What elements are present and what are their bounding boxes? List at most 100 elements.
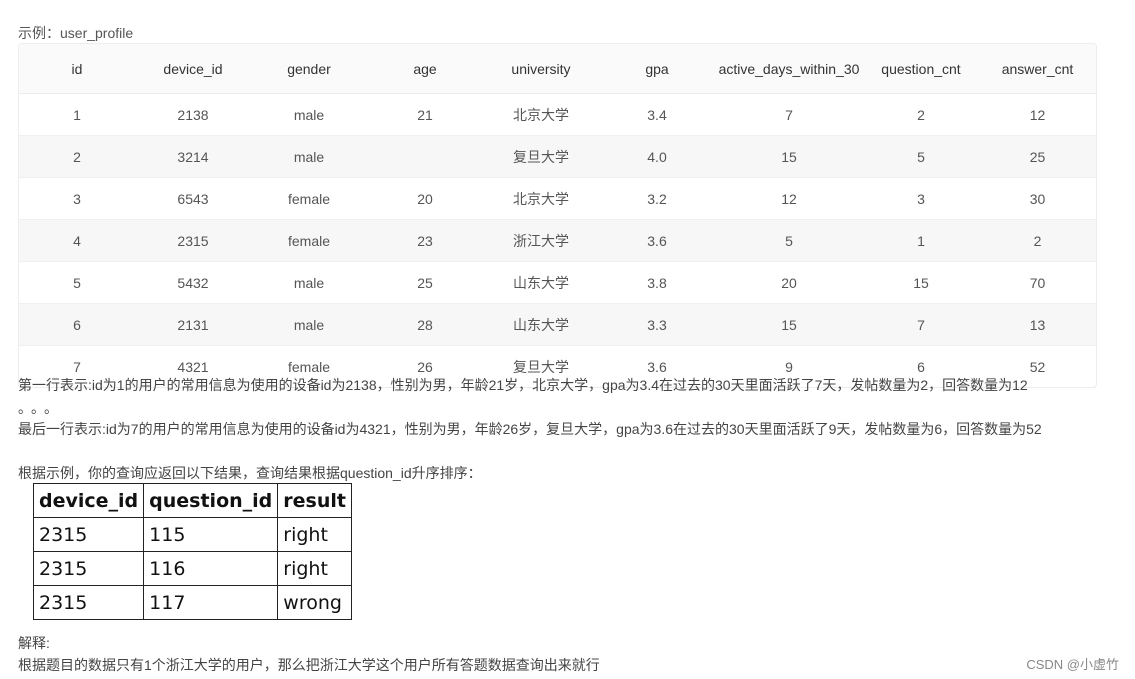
col-header-gpa: gpa xyxy=(599,44,715,94)
table-cell: 2131 xyxy=(135,303,251,346)
table-row: 1 2138 male 21 北京大学 3.4 7 2 12 xyxy=(19,94,1096,136)
table-cell: 5432 xyxy=(135,261,251,304)
table-cell: male xyxy=(251,303,367,346)
table-header-row: id device_id gender age university gpa a… xyxy=(19,44,1096,94)
result-cell: right xyxy=(277,517,352,552)
table-cell: 3 xyxy=(863,177,979,220)
table-cell: 12 xyxy=(715,177,863,220)
last-row-note: 最后一行表示:id为7的用户的常用信息为使用的设备id为4321，性别为男，年龄… xyxy=(18,421,1042,437)
table-row: 5 5432 male 25 山东大学 3.8 20 15 70 xyxy=(19,261,1096,304)
table-cell: 15 xyxy=(863,261,979,304)
explain-text: 根据题目的数据只有1个浙江大学的用户，那么把浙江大学这个用户所有答题数据查询出来… xyxy=(18,657,600,673)
table-cell: 山东大学 xyxy=(483,303,599,346)
table-cell: 1 xyxy=(73,106,81,123)
table-cell: 20 xyxy=(715,261,863,304)
table-cell: 23 xyxy=(367,219,483,262)
table-row: 2 3214 male 复旦大学 4.0 15 5 25 xyxy=(19,135,1096,178)
table-cell: 30 xyxy=(979,177,1096,220)
first-row-note: 第一行表示:id为1的用户的常用信息为使用的设备id为2138，性别为男，年龄2… xyxy=(18,377,1028,393)
table-cell xyxy=(367,135,483,178)
table-row: 3 6543 female 20 北京大学 3.2 12 3 30 xyxy=(19,177,1096,220)
result-cell: 115 xyxy=(143,517,279,552)
result-cell: 2315 xyxy=(32,551,145,586)
table-row: 4 2315 female 23 浙江大学 3.6 5 1 2 xyxy=(19,219,1096,262)
table-cell: 21 xyxy=(417,106,433,123)
result-cell: wrong xyxy=(277,585,352,620)
col-header-active-days: active_days_within_30 xyxy=(715,44,863,94)
result-intro: 根据示例，你的查询应返回以下结果，查询结果根据question_id升序排序： xyxy=(18,465,482,481)
table-cell: male xyxy=(251,135,367,178)
result-body: 2315 115 right 2315 116 right 2315 117 wrong xyxy=(32,517,352,620)
table-cell: 25 xyxy=(979,135,1096,178)
table-cell: 28 xyxy=(367,303,483,346)
col-header-answer-cnt: answer_cnt xyxy=(979,44,1096,94)
table-cell: male xyxy=(251,261,367,304)
table-cell: 25 xyxy=(367,261,483,304)
table-cell: 2 xyxy=(19,135,135,178)
table-cell: 浙江大学 xyxy=(483,219,599,262)
col-header-university: university xyxy=(483,44,599,94)
table-cell: 3 xyxy=(19,177,135,220)
table-cell: 5 xyxy=(863,135,979,178)
table-cell: 6 xyxy=(19,303,135,346)
table-cell: male xyxy=(293,106,325,123)
col-header-age: age xyxy=(367,44,483,94)
result-col-question-id: question_id xyxy=(143,483,279,518)
result-table-container: device_id question_id result 2315 115 righ… xyxy=(32,483,352,620)
table-cell: female xyxy=(251,177,367,220)
result-cell: 2315 xyxy=(32,585,145,620)
table-cell: 2138 xyxy=(177,106,209,123)
user-profile-table-container: id device_id gender age university gpa a… xyxy=(18,43,1097,388)
table-cell: 3.6 xyxy=(599,219,715,262)
table-body: 1 2138 male 21 北京大学 3.4 7 2 12 2 3214 male 复旦大学 4.0 15… xyxy=(19,94,1096,387)
table-cell: 4.0 xyxy=(599,135,715,178)
table-cell: 3.3 xyxy=(599,303,715,346)
result-header-row: device_id question_id result xyxy=(32,483,352,518)
table-cell: 7 xyxy=(785,106,793,123)
table-cell: 复旦大学 xyxy=(483,135,599,178)
table-cell: 2 xyxy=(917,106,925,123)
result-cell: 2315 xyxy=(32,517,145,552)
table-cell: 15 xyxy=(715,303,863,346)
col-header-id: id xyxy=(19,44,135,94)
watermark: CSDN @小虚竹 xyxy=(1026,657,1119,672)
table-cell: 13 xyxy=(979,303,1096,346)
table-cell: 15 xyxy=(715,135,863,178)
table-cell: 70 xyxy=(979,261,1096,304)
table-cell: 3214 xyxy=(135,135,251,178)
col-header-gender: gender xyxy=(251,44,367,94)
result-row: 2315 117 wrong xyxy=(32,585,352,620)
result-cell: 117 xyxy=(143,585,279,620)
table-cell: 20 xyxy=(367,177,483,220)
table-row: 6 2131 male 28 山东大学 3.3 15 7 13 xyxy=(19,303,1096,346)
result-col-device-id: device_id xyxy=(32,483,145,518)
explain-label: 解释: xyxy=(18,635,50,651)
table-cell: 4 xyxy=(19,219,135,262)
result-row: 2315 116 right xyxy=(32,551,352,586)
table-cell: 北京大学 xyxy=(483,177,599,220)
user-profile-table: id device_id gender age university gpa a… xyxy=(19,44,1096,387)
table-cell: 3.2 xyxy=(599,177,715,220)
table-cell: 1 xyxy=(863,219,979,262)
table-cell: 北京大学 xyxy=(513,106,569,123)
example-caption: 示例：user_profile xyxy=(18,25,134,41)
table-cell: 12 xyxy=(1029,106,1046,123)
table-cell: 2315 xyxy=(135,219,251,262)
table-cell: 7 xyxy=(863,303,979,346)
ellipsis-note: 。。。 xyxy=(18,400,64,416)
table-cell: 6543 xyxy=(135,177,251,220)
table-cell: 3.8 xyxy=(599,261,715,304)
result-cell: right xyxy=(277,551,352,586)
table-cell: 3.4 xyxy=(647,106,667,123)
result-col-result: result xyxy=(277,483,352,518)
table-cell: 2 xyxy=(979,219,1096,262)
result-table: device_id question_id result 2315 115 righ… xyxy=(32,483,352,620)
result-cell: 116 xyxy=(143,551,279,586)
table-cell: 5 xyxy=(715,219,863,262)
col-header-question-cnt: question_cnt xyxy=(863,44,979,94)
table-cell: 山东大学 xyxy=(483,261,599,304)
table-cell: 5 xyxy=(19,261,135,304)
table-cell: female xyxy=(251,219,367,262)
result-row: 2315 115 right xyxy=(32,517,352,552)
col-header-device-id: device_id xyxy=(135,44,251,94)
